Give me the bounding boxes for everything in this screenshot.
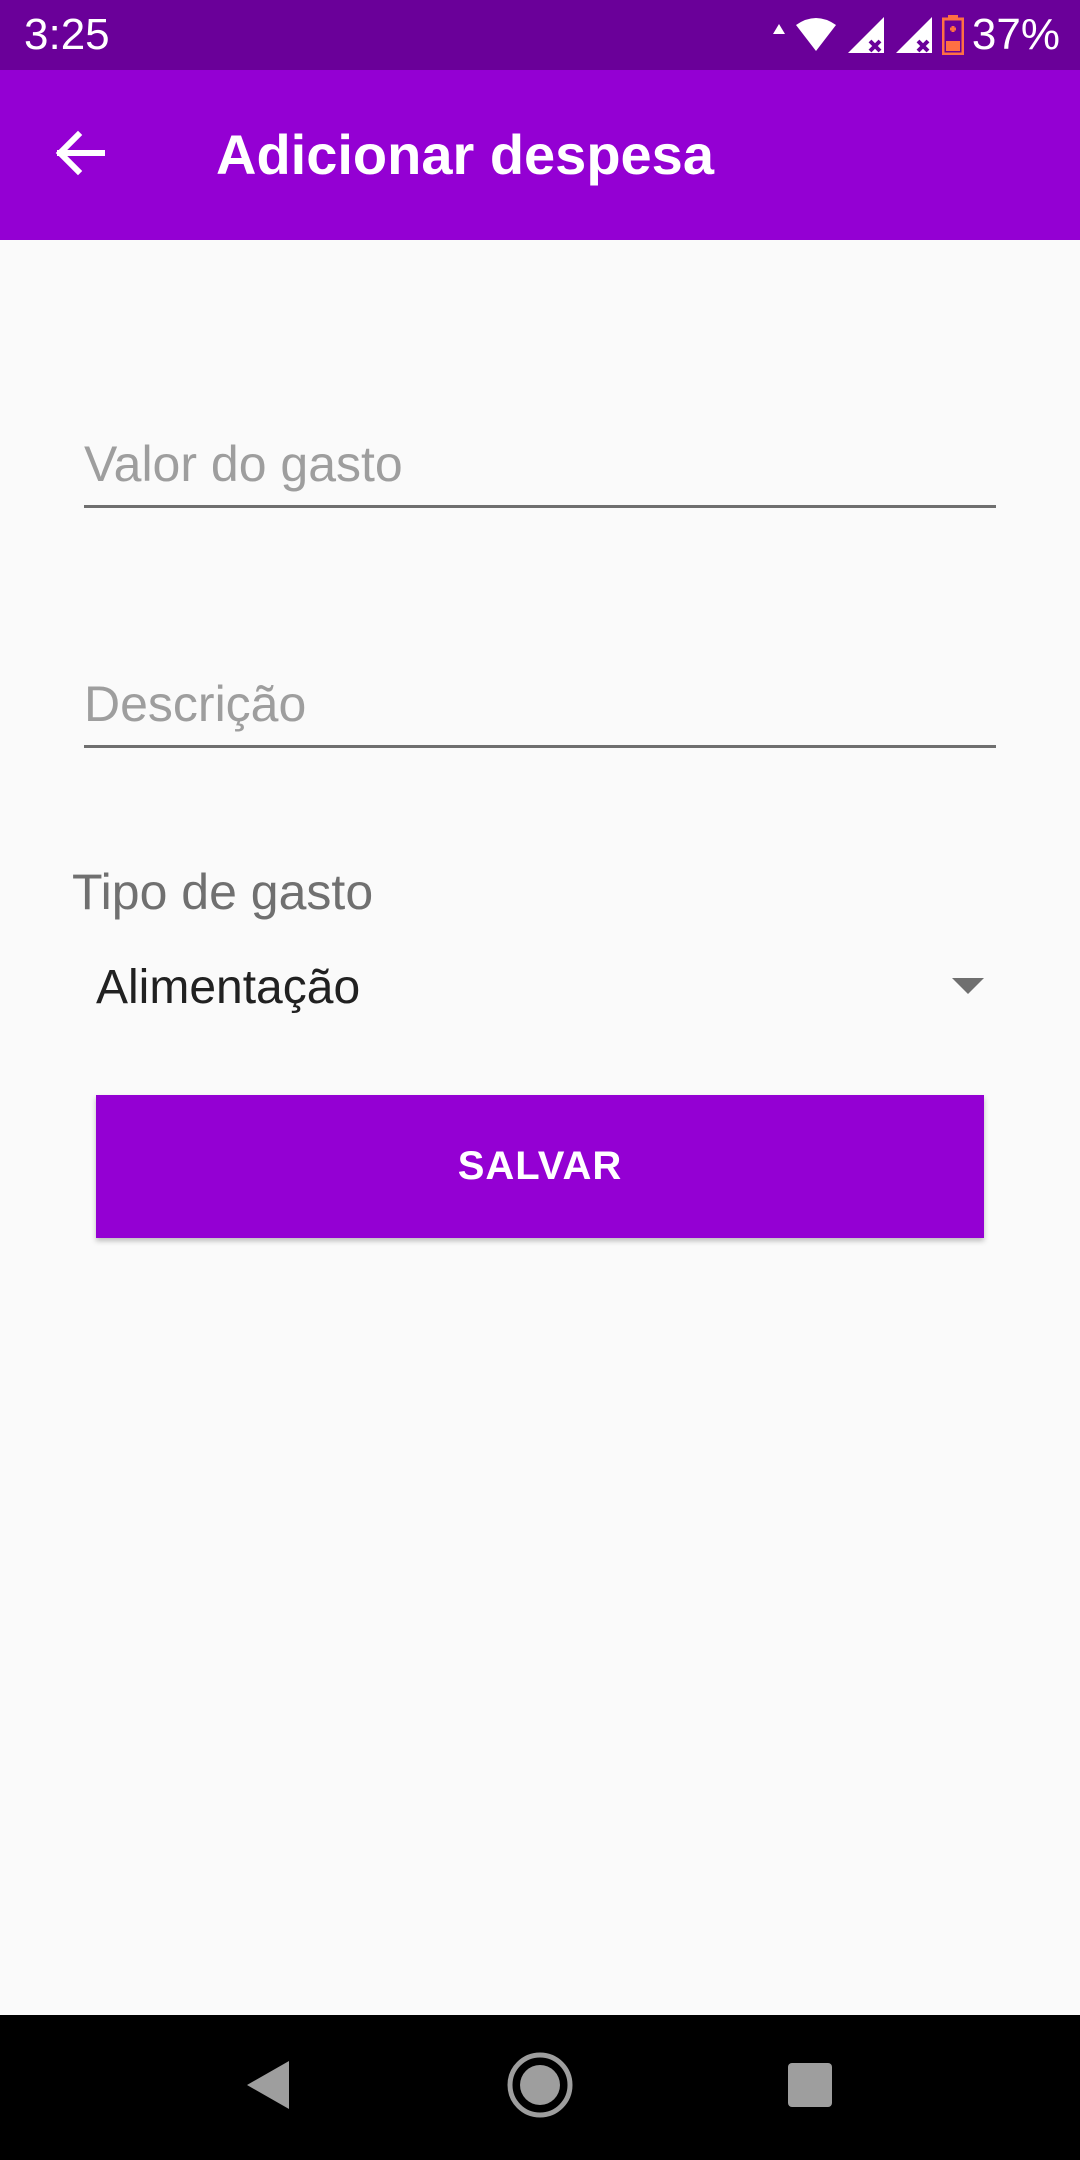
status-icons: 37% (772, 12, 1060, 58)
app-bar: Adicionar despesa (0, 70, 1080, 240)
back-triangle-icon (243, 2057, 293, 2118)
nav-recents-button[interactable] (770, 2047, 850, 2127)
status-bar: 3:25 37% (0, 0, 1080, 70)
back-button[interactable] (40, 115, 120, 195)
battery-low-icon (941, 15, 964, 55)
home-circle-icon (505, 2050, 575, 2125)
nav-back-button[interactable] (228, 2047, 308, 2127)
tipo-gasto-selected: Alimentação (96, 961, 361, 1014)
nav-home-button[interactable] (500, 2047, 580, 2127)
page-title: Adicionar despesa (216, 123, 714, 186)
status-time: 3:25 (24, 10, 110, 59)
descricao-input[interactable] (84, 675, 996, 733)
data-arrows-icon (772, 20, 786, 50)
tipo-gasto-spinner[interactable]: Alimentação (72, 940, 984, 1036)
valor-field-container (84, 395, 996, 508)
recents-square-icon (785, 2060, 835, 2115)
navigation-bar (0, 2015, 1080, 2160)
dropdown-arrow-icon (952, 976, 984, 996)
valor-input[interactable] (84, 435, 996, 493)
wifi-icon (794, 17, 838, 53)
descricao-field-container (84, 635, 996, 748)
battery-percent: 37% (971, 10, 1060, 59)
save-button[interactable]: SALVAR (96, 1095, 984, 1238)
signal-no-service-icon (894, 15, 934, 55)
tipo-gasto-label: Tipo de gasto (72, 864, 374, 920)
arrow-back-icon (52, 125, 108, 186)
signal-no-service-icon (846, 15, 886, 55)
